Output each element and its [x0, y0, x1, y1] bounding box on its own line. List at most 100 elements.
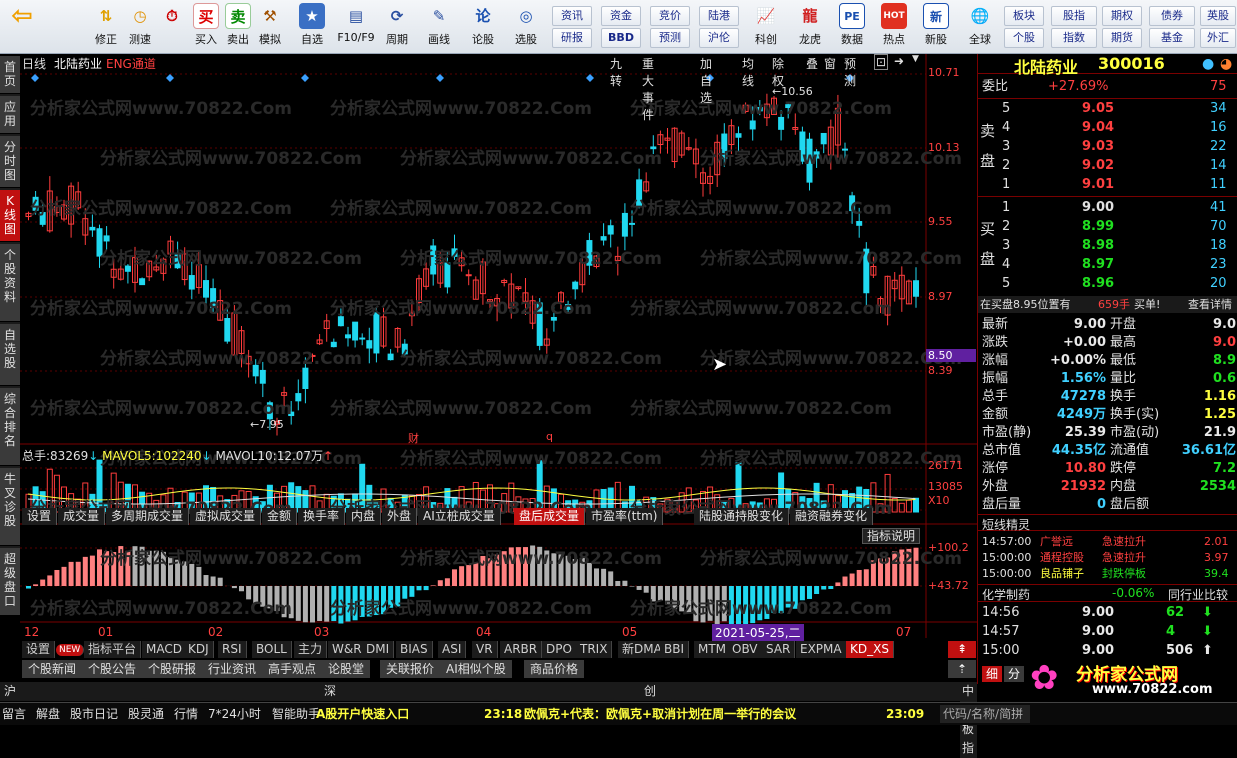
elf-item[interactable]: 15:00:00良品铺子封跌停板39.4	[978, 566, 1237, 582]
pin-icon[interactable]: ⇡	[948, 660, 976, 678]
indicator-tab[interactable]: DPO	[542, 641, 577, 658]
indicator-tab[interactable]: BBI	[660, 641, 689, 658]
ipo-button[interactable]: 新 新股	[916, 3, 956, 51]
simulate-button[interactable]: ⚒ 模拟	[252, 3, 288, 51]
status-item[interactable]: 股灵通	[128, 703, 164, 725]
forecast-chart-button[interactable]: 预测	[844, 55, 856, 89]
indicator-tab[interactable]: 指标平台	[84, 641, 141, 658]
expand-up-icon[interactable]: ⇞	[948, 641, 976, 658]
sell-button[interactable]: 卖 卖出	[220, 3, 256, 51]
ask-level[interactable]: 49.0416	[978, 119, 1237, 137]
chart-canvas[interactable]	[20, 54, 977, 638]
bid-level[interactable]: 28.9970	[978, 218, 1237, 236]
tab-profile[interactable]: 个股资料	[0, 244, 20, 322]
revise-button[interactable]: ⇅ 修正	[88, 3, 124, 51]
ma-button[interactable]: 均线	[742, 55, 754, 89]
index-shanghai[interactable]: 沪	[4, 682, 16, 701]
volume-tab[interactable]: 内盘	[346, 508, 381, 525]
news-ticker[interactable]: 欧佩克+代表：欧佩克+取消计划在周一举行的会议	[524, 703, 796, 725]
event-mark-q[interactable]: q	[546, 430, 553, 443]
info-icon[interactable]: ●	[1202, 56, 1214, 72]
bottom-tab[interactable]: 商品价格	[524, 660, 585, 678]
status-item[interactable]: 留言	[2, 703, 26, 725]
ask-level[interactable]: 19.0111	[978, 176, 1237, 194]
volume-tab[interactable]: 虚拟成交量	[190, 508, 261, 525]
fund-button[interactable]: 资金	[601, 6, 641, 26]
volume-tab[interactable]: 多周期成交量	[106, 508, 189, 525]
index-shenzhen[interactable]: 深	[324, 682, 336, 701]
pie-icon[interactable]: ◕	[1220, 56, 1232, 72]
tab-detail[interactable]: 细	[982, 666, 1002, 682]
indicator-help-button[interactable]: 指标说明	[862, 528, 920, 544]
forecast-button[interactable]: 预测	[650, 28, 690, 48]
tab-diagnosis[interactable]: 牛叉诊股	[0, 468, 20, 546]
nine-turn-button[interactable]: 九转	[610, 55, 622, 89]
buy-button[interactable]: 买 买入	[188, 3, 224, 51]
bottom-tab[interactable]: 行业资讯	[202, 660, 263, 678]
uk-stock-button[interactable]: 英股	[1200, 6, 1236, 26]
research-button[interactable]: 研报	[552, 28, 592, 48]
search-input[interactable]: 代码/名称/简拼	[940, 705, 1030, 723]
indicator-tab[interactable]: BOLL	[252, 641, 292, 658]
hk-link-button[interactable]: 陆港	[699, 6, 739, 26]
index-button[interactable]: 指数	[1051, 28, 1097, 48]
bottom-tab[interactable]: 个股新闻	[22, 660, 83, 678]
futures-button[interactable]: 期货	[1102, 28, 1142, 48]
auction-button[interactable]: 竞价	[650, 6, 690, 26]
tab-super-panel[interactable]: 超级盘口	[0, 548, 20, 616]
major-events-button[interactable]: 重大事件	[642, 55, 654, 123]
shanghai-london-button[interactable]: 沪伦	[699, 28, 739, 48]
star-market-button[interactable]: 📈 科创	[746, 3, 786, 51]
tab-home[interactable]: 首页	[0, 56, 20, 94]
indicator-tab[interactable]: MACD	[142, 641, 187, 658]
indicator-tab[interactable]: RSI	[218, 641, 247, 658]
indicator-tab[interactable]: NEW	[56, 644, 84, 656]
funds-button[interactable]: 基金	[1149, 28, 1195, 48]
volume-tab[interactable]: 市盈率(ttm)	[586, 508, 663, 525]
bonds-button[interactable]: 债券	[1149, 6, 1195, 26]
volume-tab[interactable]: 换手率	[298, 508, 345, 525]
volume-tab[interactable]: AI立桩成交量	[418, 508, 501, 525]
indicator-tab[interactable]: 主力	[294, 641, 327, 658]
test-button[interactable]: ⏱	[154, 3, 190, 51]
sector-compare-link[interactable]: 同行业比较	[1168, 586, 1228, 603]
big-order-notice[interactable]: 在买盘8.95位置有 659手 买单! 查看详情	[978, 296, 1237, 313]
ask-level[interactable]: 29.0214	[978, 157, 1237, 175]
tab-minute[interactable]: 分	[1004, 666, 1024, 682]
volume-tab[interactable]: 外盘	[382, 508, 417, 525]
draw-button[interactable]: ✎ 画线	[420, 3, 458, 51]
tab-watchlist[interactable]: 自选股	[0, 324, 20, 386]
dragon-tiger-button[interactable]: 龍 龙虎	[790, 3, 830, 51]
indicator-tab[interactable]: VR	[472, 641, 498, 658]
hotspot-button[interactable]: HOT 热点	[874, 3, 914, 51]
bottom-tab[interactable]: 论股堂	[322, 660, 371, 678]
elf-title[interactable]: 短线精灵	[982, 516, 1030, 533]
news-button[interactable]: 资讯	[552, 6, 592, 26]
elf-item[interactable]: 15:00:00通程控股急速拉升3.97	[978, 550, 1237, 566]
volume-tab[interactable]: 设置	[22, 508, 57, 525]
period-button[interactable]: ⟳ 周期	[378, 3, 416, 51]
index-chinext[interactable]: 创	[644, 682, 656, 701]
notice-detail-link[interactable]: 查看详情	[1188, 296, 1232, 313]
status-item[interactable]: 7*24小时	[208, 703, 261, 725]
kline-chart-area[interactable]: 分析家公式网www.70822.Com分析家公式网www.70822.Com分析…	[20, 54, 977, 638]
arrow-right-icon[interactable]: ➜	[894, 54, 904, 68]
watchlist-button[interactable]: ★ 自选	[292, 3, 332, 51]
bbd-button[interactable]: BBD	[601, 28, 641, 48]
back-button[interactable]: ⇦	[4, 3, 40, 51]
window-button[interactable]: 窗	[824, 55, 836, 72]
indicator-tab[interactable]: SAR	[762, 641, 795, 658]
bid-level[interactable]: 58.9620	[978, 275, 1237, 293]
tab-ranking[interactable]: 综合排名	[0, 388, 20, 466]
account-promo-link[interactable]: A股开户快速入口	[316, 703, 409, 725]
bottom-tab[interactable]: 高手观点	[262, 660, 323, 678]
ask-level[interactable]: 39.0322	[978, 138, 1237, 156]
f10-button[interactable]: ▤ F10/F9	[334, 3, 378, 51]
status-item[interactable]: 行情	[174, 703, 198, 725]
picker-button[interactable]: ◎ 选股	[506, 3, 546, 51]
add-watch-button[interactable]: 加自选	[700, 55, 712, 106]
period-label[interactable]: 日线	[22, 55, 46, 72]
elf-item[interactable]: 14:57:00广誉远急速拉升2.01	[978, 534, 1237, 550]
indicator-tab[interactable]: ASI	[438, 641, 466, 658]
overlay-button[interactable]: 叠	[806, 55, 818, 72]
